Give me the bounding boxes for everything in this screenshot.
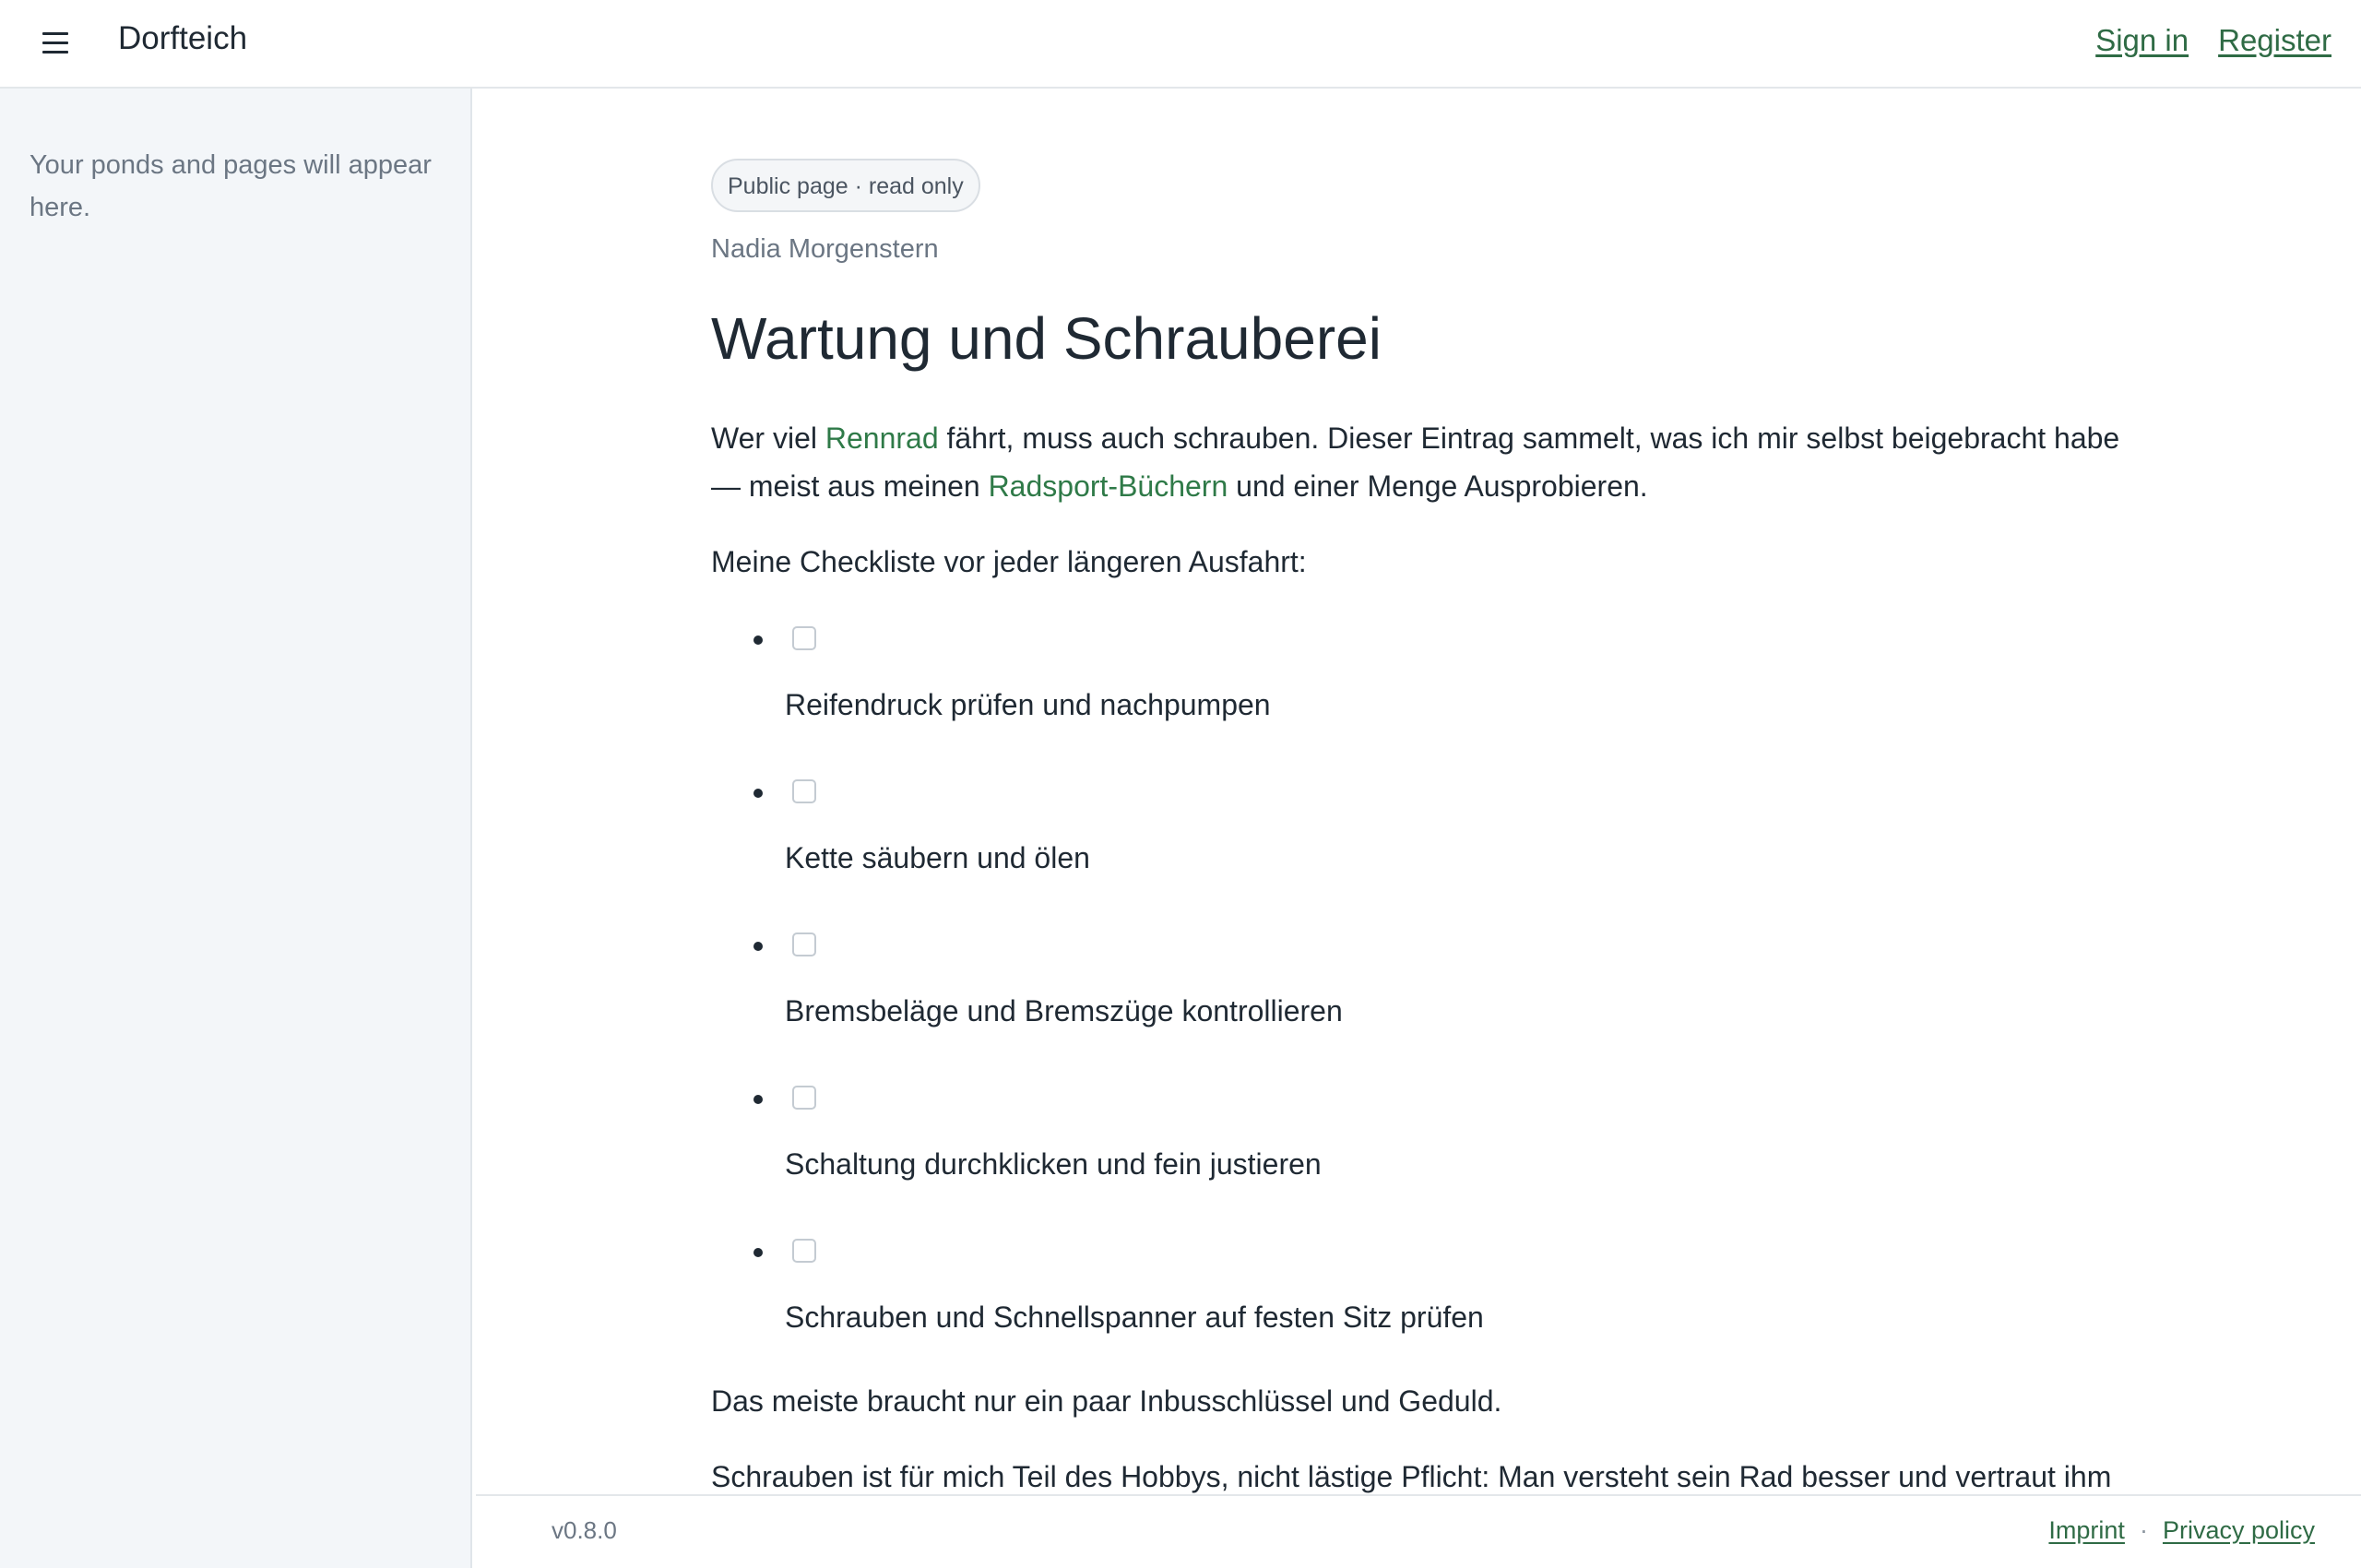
- checklist: Reifendruck prüfen und nachpumpen Kette …: [711, 612, 2131, 1377]
- checklist-checkbox[interactable]: [792, 1086, 816, 1110]
- intro-paragraph: Wer viel Rennrad fährt, muss auch schrau…: [711, 414, 2131, 510]
- page-content: Public page · read only Nadia Morgenster…: [711, 159, 2131, 1494]
- menu-line: [42, 31, 68, 35]
- radsport-buecher-link[interactable]: Radsport-Büchern: [989, 469, 1228, 503]
- checklist-checkbox[interactable]: [792, 779, 816, 803]
- main-content[interactable]: Public page · read only Nadia Morgenster…: [474, 89, 2361, 1494]
- intro-text: Wer viel: [711, 422, 825, 455]
- version-label: v0.8.0: [552, 1516, 617, 1544]
- intro-text: und einer Menge Ausprobieren.: [1228, 469, 1648, 503]
- checklist-item: Bremsbeläge und Bremszüge kontrollieren: [711, 918, 2131, 1071]
- checklist-item: Schrauben und Schnellspanner auf festen …: [711, 1224, 2131, 1377]
- checklist-item: Schaltung durchklicken und fein justiere…: [711, 1071, 2131, 1224]
- menu-line: [42, 41, 68, 44]
- imprint-link[interactable]: Imprint: [2048, 1516, 2125, 1545]
- public-page-badge: Public page · read only: [711, 159, 980, 212]
- register-link[interactable]: Register: [2218, 23, 2331, 58]
- checklist-item-label: Kette säubern und ölen: [785, 841, 1090, 874]
- sidebar-empty-state: Your ponds and pages will appear here.: [30, 150, 432, 222]
- menu-line: [42, 50, 68, 53]
- rennrad-link[interactable]: Rennrad: [825, 422, 939, 455]
- top-bar: Dorfteich Sign in Register: [0, 0, 2361, 89]
- footer-separator: ·: [2139, 1516, 2148, 1544]
- cut-off-paragraph: Schrauben ist für mich Teil des Hobbys, …: [711, 1460, 2112, 1493]
- page-title: Wartung und Schrauberei: [711, 305, 1382, 372]
- checklist-item-label: Reifendruck prüfen und nachpumpen: [785, 688, 1271, 721]
- checklist-checkbox[interactable]: [792, 626, 816, 650]
- checklist-item-label: Schaltung durchklicken und fein justiere…: [785, 1147, 1322, 1181]
- checklist-checkbox[interactable]: [792, 932, 816, 956]
- page-author: Nadia Morgenstern: [711, 234, 939, 264]
- checklist-checkbox[interactable]: [792, 1239, 816, 1263]
- checklist-item-label: Schrauben und Schnellspanner auf festen …: [785, 1301, 1484, 1334]
- sidebar: Your ponds and pages will appear here.: [0, 89, 472, 1568]
- hamburger-menu-icon[interactable]: [42, 26, 76, 59]
- checklist-intro: Meine Checkliste vor jeder längeren Ausf…: [711, 545, 1307, 578]
- sign-in-link[interactable]: Sign in: [2095, 23, 2189, 58]
- privacy-policy-link[interactable]: Privacy policy: [2163, 1516, 2315, 1545]
- checklist-item-label: Bremsbeläge und Bremszüge kontrollieren: [785, 994, 1343, 1028]
- auth-links: Sign in Register: [2095, 23, 2331, 58]
- outro-paragraph: Das meiste braucht nur ein paar Inbussch…: [711, 1384, 1502, 1418]
- footer-links: Imprint · Privacy policy: [2048, 1516, 2315, 1545]
- app-title: Dorfteich: [118, 20, 248, 56]
- checklist-item: Kette säubern und ölen: [711, 765, 2131, 918]
- footer: v0.8.0 Imprint · Privacy policy: [476, 1494, 2361, 1568]
- checklist-item: Reifendruck prüfen und nachpumpen: [711, 612, 2131, 765]
